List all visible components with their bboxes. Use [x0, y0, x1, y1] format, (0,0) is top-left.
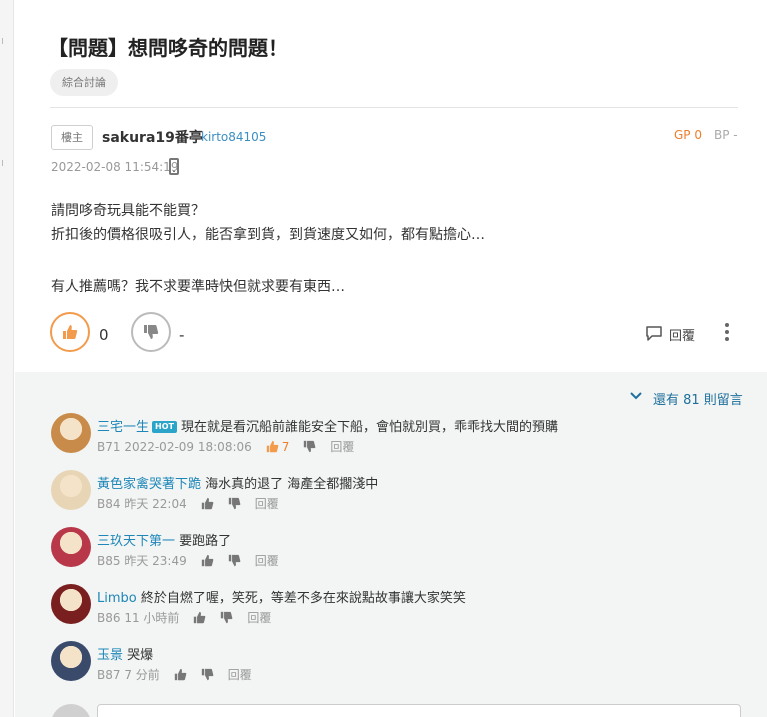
comment-item: Limbo 終於自燃了喔，笑死，等差不多在來說點故事讓大家笑笑 B86 11 小時… — [51, 584, 751, 636]
post-time: 2022-02-08 11:54:19 — [51, 160, 179, 174]
speech-bubble-icon — [646, 326, 662, 341]
thumbs-up-icon[interactable] — [266, 440, 279, 456]
comment-reply-button[interactable]: 回覆 — [255, 497, 279, 511]
bp-score: BP - — [714, 128, 738, 142]
phone-icon — [169, 158, 179, 175]
post-body-line: 請問哆奇玩具能不能買？ — [51, 203, 205, 219]
comment-meta: B85 昨天 23:49 回覆 — [97, 552, 279, 570]
comment-content: Limbo 終於自燃了喔，笑死，等差不多在來說點故事讓大家笑笑 — [97, 587, 466, 606]
comment-item: 三玖天下第一 要跑路了 B85 昨天 23:49 回覆 — [51, 527, 751, 579]
comment-content: 玉景 哭爆 — [97, 644, 153, 663]
comment-floor-time: B85 昨天 23:49 — [97, 554, 187, 568]
edge-marker — [2, 38, 8, 44]
comment-reply-button[interactable]: 回覆 — [247, 611, 271, 625]
chevron-down-icon — [630, 392, 642, 400]
comment-text: 終於自燃了喔，笑死，等差不多在來說點故事讓大家笑笑 — [140, 591, 466, 606]
floor-badge: 樓主 — [51, 125, 93, 150]
author-name[interactable]: sakura19番亭 — [102, 127, 203, 147]
post-body-line: 折扣後的價格很吸引人，能否拿到貨，到貨速度又如何，都有點擔心… — [51, 227, 485, 243]
comment-reply-button[interactable]: 回覆 — [255, 554, 279, 568]
avatar[interactable] — [51, 584, 91, 624]
comment-item: 三宅一生 HOT 現在就是看沉船前誰能安全下船，會怕就別買，乖乖找大間的預購 B71 … — [51, 413, 751, 465]
comment-floor-time: B71 2022-02-09 18:08:06 — [97, 440, 252, 454]
comment-content: 三宅一生 HOT 現在就是看沉船前誰能安全下船，會怕就別買，乖乖找大間的預購 — [97, 416, 558, 435]
post-body-line: 有人推薦嗎？我不求要準時快但就求要有東西… — [51, 279, 345, 295]
thumbs-down-icon[interactable] — [228, 554, 241, 570]
comment-reply-button[interactable]: 回覆 — [330, 440, 354, 454]
title-divider — [50, 107, 738, 108]
comment-meta: B84 昨天 22:04 回覆 — [97, 495, 279, 513]
avatar — [51, 704, 91, 717]
comment-username[interactable]: 玉景 — [97, 648, 123, 663]
post-title: 【問題】想問哆奇的問題！ — [48, 36, 288, 60]
comment-floor-time: B87 7 分前 — [97, 668, 160, 682]
comment-content: 黃色家禽哭著下跪 海水真的退了 海產全都擱淺中 — [97, 473, 378, 492]
avatar[interactable] — [51, 527, 91, 567]
comment-input[interactable] — [97, 704, 741, 717]
downvote-button[interactable] — [131, 312, 171, 352]
comment-meta: B71 2022-02-09 18:08:06 7 回覆 — [97, 438, 354, 456]
comment-text: 海水真的退了 海產全都擱淺中 — [205, 477, 379, 492]
comment-item: 玉景 哭爆 B87 7 分前 回覆 — [51, 641, 751, 693]
category-tag[interactable]: 綜合討論 — [50, 69, 118, 96]
avatar[interactable] — [51, 641, 91, 681]
expand-comments-label: 還有 81 則留言 — [653, 393, 743, 408]
comment-content: 三玖天下第一 要跑路了 — [97, 530, 231, 549]
thumbs-up-icon[interactable] — [193, 611, 206, 627]
thumbs-down-icon[interactable] — [228, 497, 241, 513]
comment-text: 哭爆 — [127, 648, 154, 663]
comment-reply-button[interactable]: 回覆 — [228, 668, 252, 682]
downvote-count: - — [179, 326, 185, 344]
thumbs-down-icon — [144, 325, 159, 339]
reply-label: 回覆 — [669, 329, 696, 344]
comment-floor-time: B86 11 小時前 — [97, 611, 180, 625]
comment-text: 要跑路了 — [179, 534, 232, 549]
avatar[interactable] — [51, 470, 91, 510]
edge-marker — [2, 160, 8, 166]
thumbs-up-icon[interactable] — [201, 554, 214, 570]
upvote-button[interactable] — [50, 312, 90, 352]
page-left-edge — [0, 0, 14, 717]
gp-score: GP 0 — [674, 128, 702, 142]
comment-username[interactable]: Limbo — [97, 591, 137, 606]
comment-text: 現在就是看沉船前誰能安全下船，會怕就別買，乖乖找大間的預購 — [180, 420, 558, 435]
thumbs-down-icon[interactable] — [303, 440, 316, 456]
author-id[interactable]: kirto84105 — [201, 130, 266, 144]
thumbs-down-icon[interactable] — [220, 611, 233, 627]
hot-badge: HOT — [152, 421, 177, 433]
thumbs-down-icon[interactable] — [201, 668, 214, 684]
upvote-count: 0 — [99, 326, 109, 344]
thumbs-up-icon[interactable] — [174, 668, 187, 684]
comment-meta: B86 11 小時前 回覆 — [97, 609, 271, 627]
comment-meta: B87 7 分前 回覆 — [97, 666, 252, 684]
vertical-dots-icon[interactable] — [723, 322, 731, 344]
comment-username[interactable]: 黃色家禽哭著下跪 — [97, 477, 201, 492]
thumbs-up-icon — [63, 325, 78, 339]
avatar[interactable] — [51, 413, 91, 453]
comment-floor-time: B84 昨天 22:04 — [97, 497, 187, 511]
comment-username[interactable]: 三玖天下第一 — [97, 534, 175, 549]
comment-item: 黃色家禽哭著下跪 海水真的退了 海產全都擱淺中 B84 昨天 22:04 回覆 — [51, 470, 751, 522]
post-container: 【問題】想問哆奇的問題！ 綜合討論 樓主 sakura19番亭 kirto841… — [15, 0, 767, 717]
comment-composer — [51, 704, 751, 717]
thumbs-up-icon[interactable] — [201, 497, 214, 513]
comment-username[interactable]: 三宅一生 — [97, 420, 149, 435]
comment-gp-count: 7 — [281, 440, 290, 454]
comments-section: 還有 81 則留言 三宅一生 HOT 現在就是看沉船前誰能安全下船，會怕就別買，乖乖… — [15, 372, 767, 717]
